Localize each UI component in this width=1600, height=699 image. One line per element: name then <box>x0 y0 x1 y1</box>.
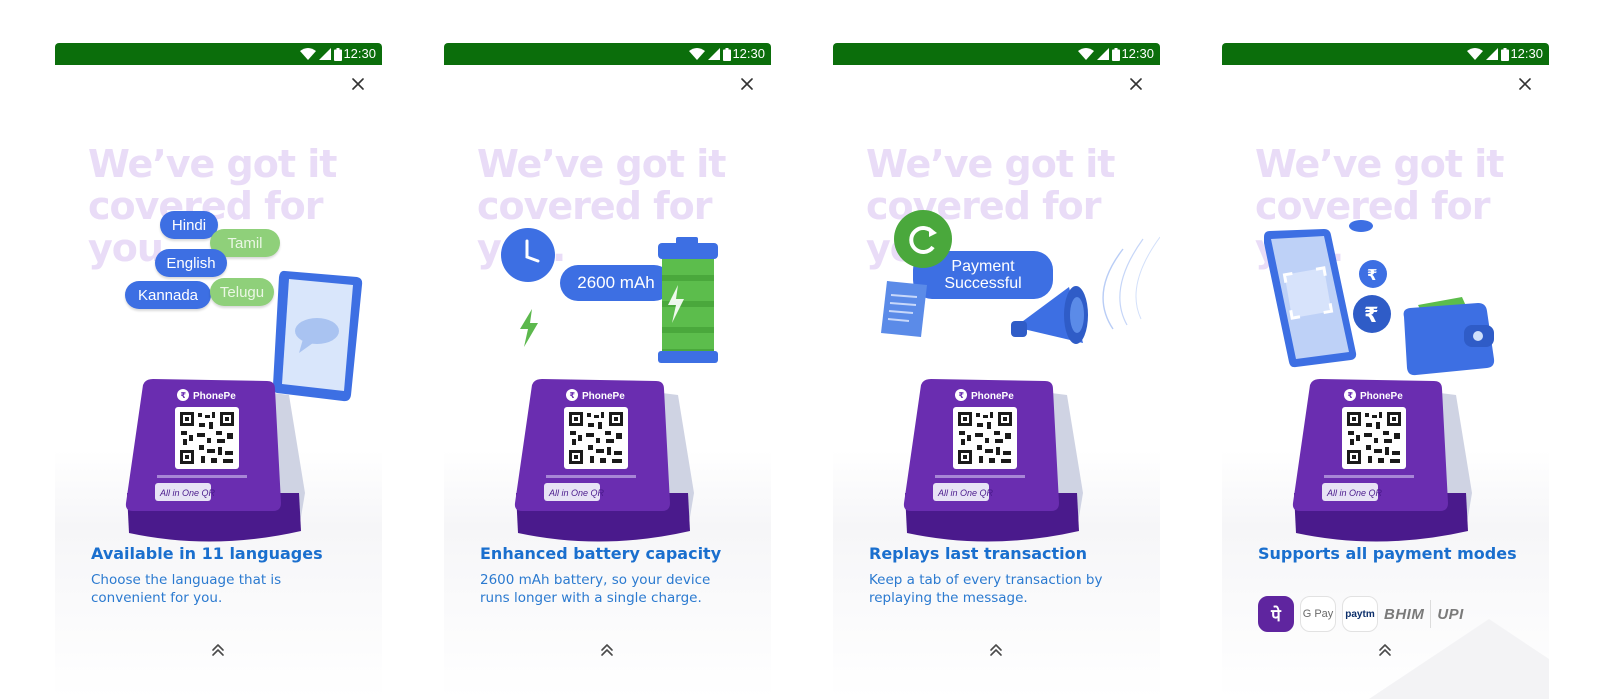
svg-text:₹: ₹ <box>1367 266 1377 284</box>
coin-edge-icon <box>1349 220 1373 232</box>
chevron-double-up-icon <box>212 644 224 656</box>
feature-description: Choose the language that is convenient f… <box>91 572 282 606</box>
language-bubble-hindi: Hindi <box>160 211 218 239</box>
paytm-logo: paytm <box>1342 596 1378 632</box>
expand-button[interactable] <box>597 640 617 660</box>
close-icon <box>352 78 364 90</box>
expand-button[interactable] <box>208 640 228 660</box>
onboarding-screen-payment-modes: 12:30 We’ve got it covered for you. ₹ ₹ … <box>1222 43 1549 699</box>
onboarding-screen-battery: 12:30 We’ve got it covered for you. 2600… <box>444 43 771 699</box>
feature-title: Available in 11 languages <box>91 544 323 563</box>
status-bar: 12:30 <box>833 43 1160 65</box>
expand-button[interactable] <box>986 640 1006 660</box>
battery-icon <box>723 47 731 61</box>
signal-icon <box>708 48 720 60</box>
signal-icon <box>1097 48 1109 60</box>
language-bubble-telugu: Telugu <box>210 278 274 306</box>
language-bubble-kannada: Kannada <box>125 281 211 309</box>
qr-device-illustration <box>125 379 305 542</box>
sound-waves-icon <box>1102 236 1160 330</box>
divider <box>1430 600 1432 628</box>
feature-title: Enhanced battery capacity <box>480 544 722 563</box>
language-bubble-english: English <box>155 249 227 277</box>
onboarding-screen-replay: 12:30 We’ve got it covered for you. Paym… <box>833 43 1160 699</box>
feature-title: Replays last transaction <box>869 544 1088 563</box>
rupee-coin-icon: ₹ <box>1353 295 1391 333</box>
status-time: 12:30 <box>732 46 765 61</box>
wifi-icon <box>1078 48 1094 60</box>
google-pay-logo: G Pay <box>1300 596 1336 632</box>
status-bar: 12:30 <box>1222 43 1549 65</box>
wifi-icon <box>689 48 705 60</box>
clock-icon <box>501 228 555 282</box>
phonepe-logo: पे <box>1258 596 1294 632</box>
signal-icon <box>319 48 331 60</box>
receipt-icon <box>881 281 927 337</box>
feature-description: 2600 mAh battery, so your device runs lo… <box>480 572 711 606</box>
wifi-icon <box>1467 48 1483 60</box>
status-bar: 12:30 <box>444 43 771 65</box>
close-icon <box>1130 78 1142 90</box>
rupee-coin-small-icon: ₹ <box>1359 260 1387 288</box>
chevron-double-up-icon <box>1379 644 1391 656</box>
signal-icon <box>1486 48 1498 60</box>
qr-device-illustration <box>514 379 694 542</box>
close-icon <box>741 78 753 90</box>
qr-device-illustration <box>903 379 1083 542</box>
close-button[interactable] <box>739 76 755 92</box>
lightning-icon <box>520 309 538 347</box>
close-button[interactable] <box>1128 76 1144 92</box>
status-time: 12:30 <box>343 46 376 61</box>
battery-icon <box>334 47 342 61</box>
battery-icon <box>1501 47 1509 61</box>
chevron-double-up-icon <box>990 644 1002 656</box>
status-time: 12:30 <box>1510 46 1543 61</box>
feature-description: Keep a tab of every transaction by repla… <box>869 572 1103 606</box>
expand-button[interactable] <box>1375 640 1395 660</box>
status-time: 12:30 <box>1121 46 1154 61</box>
close-button[interactable] <box>1517 76 1533 92</box>
payment-modes-row: पे G Pay paytm BHIM UPI <box>1258 596 1464 632</box>
feature-title: Supports all payment modes <box>1258 544 1517 563</box>
svg-text:₹: ₹ <box>1364 303 1379 327</box>
onboarding-screen-languages: 12:30 We’ve got it covered for you. Hind… <box>55 43 382 699</box>
chevron-double-up-icon <box>601 644 613 656</box>
bhim-logo: BHIM <box>1384 605 1425 623</box>
replay-icon <box>894 210 952 268</box>
battery-icon <box>1112 47 1120 61</box>
upi-logo: UPI <box>1437 605 1464 623</box>
wifi-icon <box>300 48 316 60</box>
close-button[interactable] <box>350 76 366 92</box>
close-icon <box>1519 78 1531 90</box>
status-bar: 12:30 <box>55 43 382 65</box>
qr-device-illustration <box>1292 379 1472 542</box>
